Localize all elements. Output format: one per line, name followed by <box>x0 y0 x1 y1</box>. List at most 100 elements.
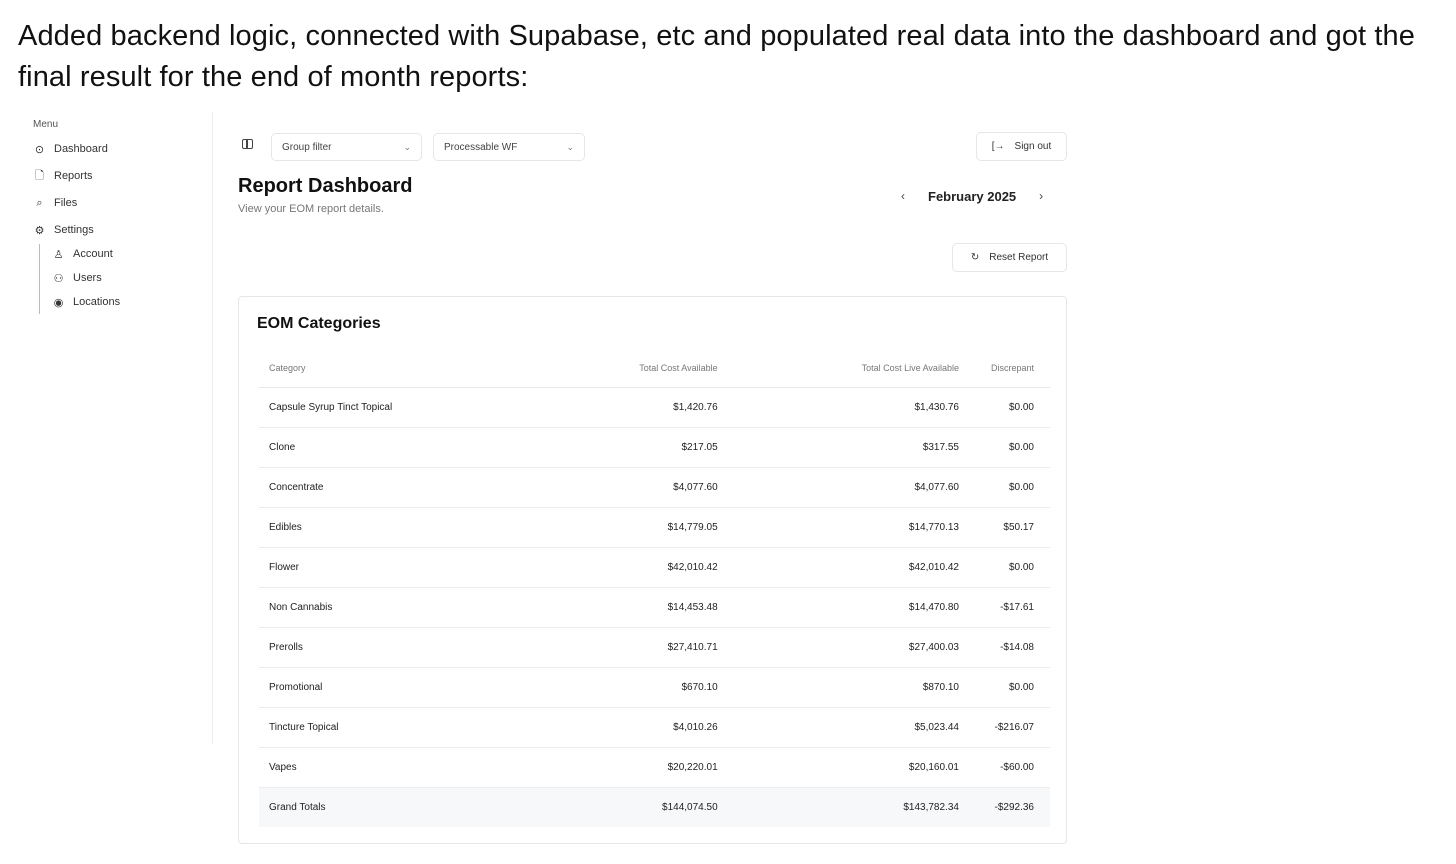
table-cell: $0.00 <box>974 427 1050 468</box>
sign-out-button[interactable]: [→ Sign out <box>976 132 1067 161</box>
reset-icon: ↻ <box>970 252 980 263</box>
table-cell: Capsule Syrup Tinct Topical <box>259 387 561 428</box>
table-cell: $1,430.76 <box>733 387 975 428</box>
table-cell: Flower <box>259 547 561 588</box>
page-subtitle: View your EOM report details. <box>238 203 384 215</box>
table-cell: $317.55 <box>733 427 975 468</box>
sign-out-icon: [→ <box>991 141 1005 152</box>
table-cell: -$216.07 <box>974 707 1050 748</box>
table-cell: -$292.36 <box>974 787 1050 827</box>
column-header: Total Cost Available <box>560 349 734 388</box>
table-row: Tincture Topical $4,010.26 $5,023.44 -$216.… <box>259 707 1050 748</box>
sidebar-item-locations[interactable]: ◉ Locations <box>52 294 120 310</box>
table-cell: $14,779.05 <box>560 507 734 548</box>
table-cell: Tincture Topical <box>259 707 561 748</box>
sidebar-item-label: Dashboard <box>54 143 108 155</box>
table-cell: $20,220.01 <box>560 747 734 788</box>
table-cell: $5,023.44 <box>733 707 975 748</box>
sidebar-item-label: Locations <box>73 296 121 308</box>
table-cell: $20,160.01 <box>733 747 975 788</box>
table-row: Capsule Syrup Tinct Topical $1,420.76 $1,4… <box>259 387 1050 428</box>
table-cell: Grand Totals <box>259 787 561 827</box>
table-cell: $670.10 <box>560 667 734 708</box>
column-header: Category <box>259 349 561 388</box>
month-label: February 2025 <box>928 188 1017 204</box>
sidebar-item-dashboard[interactable]: ⊙ Dashboard <box>33 141 108 157</box>
sidebar-item-users[interactable]: ⚇ Users <box>52 270 102 286</box>
table-cell: $0.00 <box>974 467 1050 508</box>
table-cell: Edibles <box>259 507 561 548</box>
table-row: Promotional $670.10 $870.10 $0.00 <box>259 667 1050 708</box>
eom-table: Category Total Cost Available Total Cost… <box>259 349 1050 827</box>
card-title: EOM Categories <box>257 315 381 332</box>
select-value: Processable WF <box>444 141 518 153</box>
sidebar-item-files[interactable]: ⌕ Files <box>33 195 77 211</box>
table-row: Vapes $20,220.01 $20,160.01 -$60.00 <box>259 747 1050 788</box>
table-cell: $14,770.13 <box>733 507 975 548</box>
column-header: Discrepant <box>974 349 1050 388</box>
locations-icon: ◉ <box>53 296 64 309</box>
sidebar-item-label: Files <box>54 197 78 209</box>
table-cell: $14,453.48 <box>560 587 734 628</box>
table-cell: $1,420.76 <box>560 387 734 428</box>
table-cell: $0.00 <box>974 387 1050 428</box>
table-cell: $27,410.71 <box>560 627 734 668</box>
sidebar-item-label: Users <box>73 272 102 284</box>
settings-subtree-line <box>39 244 40 314</box>
table-cell: $870.10 <box>733 667 975 708</box>
sidebar-item-label: Settings <box>54 224 94 236</box>
chevron-down-icon: ⌄ <box>403 141 411 152</box>
table-cell: Promotional <box>259 667 561 708</box>
table-row: Prerolls $27,410.71 $27,400.03 -$14.08 <box>259 627 1050 668</box>
month-navigator: ‹ February 2025 › <box>888 181 1056 211</box>
table-cell: Prerolls <box>259 627 561 668</box>
table-cell: Clone <box>259 427 561 468</box>
dashboard-icon: ⊙ <box>34 143 45 156</box>
table-cell: -$14.08 <box>974 627 1050 668</box>
prev-month-button[interactable]: ‹ <box>888 181 918 211</box>
table-cell: $42,010.42 <box>560 547 734 588</box>
next-month-button[interactable]: › <box>1026 181 1056 211</box>
sidebar-item-label: Reports <box>54 170 93 182</box>
page-title: Report Dashboard <box>238 175 413 197</box>
sign-out-label: Sign out <box>1014 141 1052 152</box>
sidebar-item-account[interactable]: ♙ Account <box>52 246 113 262</box>
sidebar-item-settings[interactable]: ⚙ Settings <box>33 222 94 238</box>
table-cell: Vapes <box>259 747 561 788</box>
table-cell: $144,074.50 <box>560 787 734 827</box>
sidebar-heading: Menu <box>33 119 59 130</box>
account-icon: ♙ <box>53 248 64 261</box>
table-cell: $0.00 <box>974 547 1050 588</box>
table-row: Edibles $14,779.05 $14,770.13 $50.17 <box>259 507 1050 548</box>
table-cell: $4,010.26 <box>560 707 734 748</box>
chevron-down-icon: ⌄ <box>566 141 574 152</box>
select-value: Group filter <box>282 141 332 153</box>
users-icon: ⚇ <box>53 272 64 285</box>
table-row: Clone $217.05 $317.55 $0.00 <box>259 427 1050 468</box>
caption-text: Added backend logic, connected with Supa… <box>18 20 1415 93</box>
sidebar-item-reports[interactable]: 🗋 Reports <box>33 168 93 184</box>
table-cell: Concentrate <box>259 467 561 508</box>
table-cell: -$60.00 <box>974 747 1050 788</box>
table-row: Flower $42,010.42 $42,010.42 $0.00 <box>259 547 1050 588</box>
reports-icon: 🗋 <box>35 169 44 182</box>
reset-report-button[interactable]: ↻ Reset Report <box>952 243 1067 272</box>
table-cell: -$17.61 <box>974 587 1050 628</box>
table-cell: $14,470.80 <box>733 587 975 628</box>
table-cell: $217.05 <box>560 427 734 468</box>
sidebar-item-label: Account <box>73 248 113 260</box>
table-cell: $143,782.34 <box>733 787 975 827</box>
sidebar-toggle-icon[interactable] <box>242 139 253 149</box>
table-header-row: Category Total Cost Available Total Cost… <box>259 349 1050 388</box>
location-filter-select[interactable]: Processable WF ⌄ <box>433 133 585 161</box>
table-row: Non Cannabis $14,453.48 $14,470.80 -$17.61 <box>259 587 1050 628</box>
grand-total-row: Grand Totals $144,074.50 $143,782.34 -$292.… <box>259 787 1050 827</box>
table-row: Concentrate $4,077.60 $4,077.60 $0.00 <box>259 467 1050 508</box>
sidebar-divider <box>212 112 213 744</box>
table-cell: $27,400.03 <box>733 627 975 668</box>
table-cell: $50.17 <box>974 507 1050 548</box>
column-header: Total Cost Live Available <box>733 349 975 388</box>
table-cell: $42,010.42 <box>733 547 975 588</box>
files-icon: ⌕ <box>36 196 43 209</box>
group-filter-select[interactable]: Group filter ⌄ <box>271 133 422 161</box>
